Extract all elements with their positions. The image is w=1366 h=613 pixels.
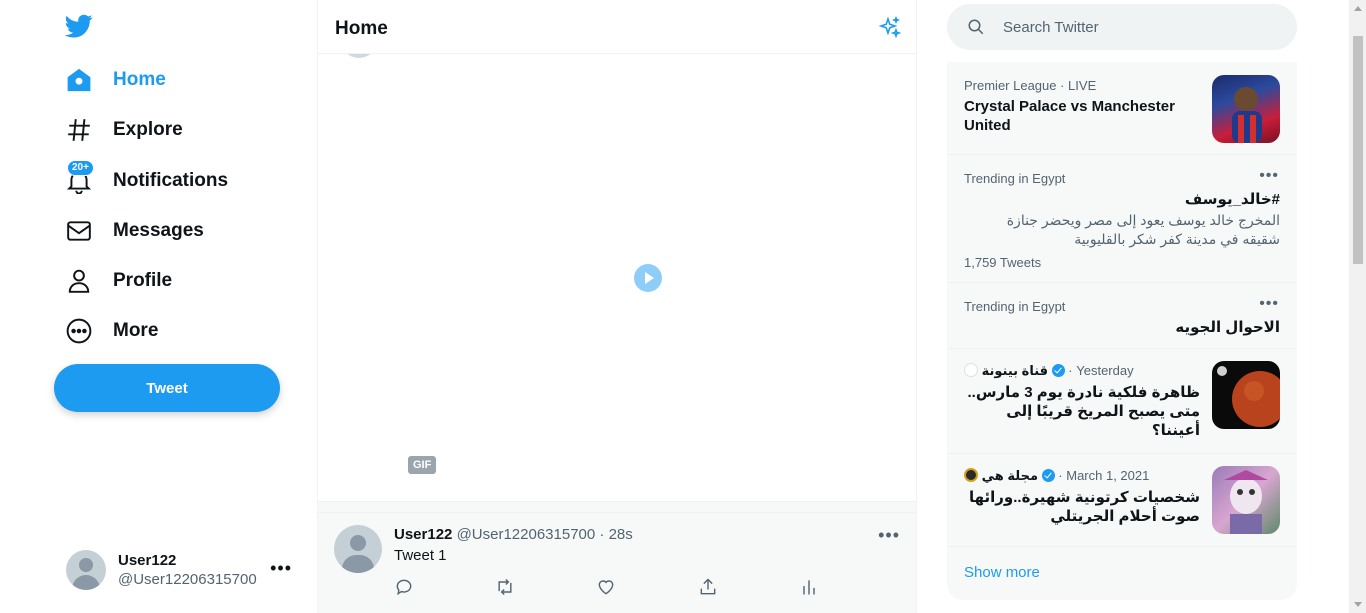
trend-title: Crystal Palace vs Manchester United <box>964 98 1175 134</box>
search-box[interactable] <box>947 4 1297 50</box>
tweet-timestamp[interactable]: 28s <box>609 526 633 543</box>
gif-media[interactable]: GIF <box>318 54 916 501</box>
nav-profile[interactable]: Profile <box>64 261 172 301</box>
bell-icon: 20+ <box>64 160 94 196</box>
scroll-up-arrow-icon[interactable] <box>1354 6 1362 11</box>
nav-messages-label: Messages <box>113 220 204 241</box>
trend-item[interactable]: Trending in Egypt ••• #خالد_يوسف المخرج … <box>947 155 1297 283</box>
trend-item[interactable]: Trending in Egypt ••• الاحوال الجويه <box>947 283 1297 349</box>
scrollbar-thumb[interactable] <box>1353 36 1363 264</box>
avatar <box>66 550 106 590</box>
nav-profile-label: Profile <box>113 270 173 291</box>
nav-notifications-label: Notifications <box>113 170 229 191</box>
account-handle: @User12206315700 <box>118 571 257 588</box>
publisher-name: قناة بينونة <box>981 363 1049 378</box>
analytics-icon[interactable] <box>799 577 819 597</box>
envelope-icon <box>64 216 94 246</box>
left-sidebar: Home Explore 20+ Notifications Messages <box>0 0 318 613</box>
timeline-column: Home GIF User122 @User12206315700 · 28s … <box>317 0 917 613</box>
account-name: User122 <box>118 552 177 569</box>
timeline-header: Home <box>318 0 916 54</box>
news-time: March 1, 2021 <box>1066 468 1150 483</box>
verified-badge-icon <box>1041 469 1055 482</box>
nav-messages[interactable]: Messages <box>64 211 204 251</box>
trend-title: ظاهرة فلكية نادرة يوم 3 مارس.. متى يصبح … <box>967 384 1201 439</box>
trend-context: Trending in Egypt <box>964 171 1066 186</box>
publisher-logo-icon <box>964 468 978 482</box>
publisher-name: مجلة هي <box>981 468 1039 483</box>
notifications-badge: 20+ <box>67 160 94 176</box>
tweet-author-name[interactable]: User122 <box>394 526 452 543</box>
hashtag-icon <box>64 115 94 145</box>
news-item[interactable]: قناة بينونة · Yesterday ظاهرة فلكية نادر… <box>947 349 1297 454</box>
retweet-icon[interactable] <box>495 577 515 597</box>
news-item[interactable]: مجلة هي · March 1, 2021 شخصيات كرتونية ش… <box>947 454 1297 547</box>
trend-title: #خالد_يوسف <box>1184 191 1280 208</box>
reply-icon[interactable] <box>394 577 414 597</box>
heart-icon[interactable] <box>596 577 616 597</box>
news-time: Yesterday <box>1076 363 1134 378</box>
show-more-link[interactable]: Show more <box>964 564 1040 581</box>
trend-description: المخرج خالد يوسف يعود إلى مصر ويحضر جناز… <box>1006 212 1280 247</box>
tweet-card[interactable]: User122 @User12206315700 · 28s Tweet 1 •… <box>318 513 916 613</box>
nav-notifications[interactable]: 20+ Notifications <box>64 160 229 201</box>
nav-explore[interactable]: Explore <box>64 110 183 150</box>
tweet-button[interactable]: Tweet <box>54 364 280 412</box>
page-title: Home <box>335 18 388 39</box>
share-icon[interactable] <box>698 577 718 597</box>
sparkle-icon[interactable] <box>878 16 902 40</box>
trend-item[interactable]: Premier League · LIVE Crystal Palace vs … <box>947 62 1297 155</box>
trend-tweet-count: 1,759 Tweets <box>964 255 1042 270</box>
search-input[interactable] <box>1003 18 1263 36</box>
trend-thumbnail <box>1212 75 1280 143</box>
verified-badge-icon <box>1051 364 1065 377</box>
publisher-logo-icon <box>964 363 978 377</box>
nav-home[interactable]: Home <box>64 60 166 100</box>
nav-more-label: More <box>113 320 159 341</box>
tweet-actions <box>394 577 834 597</box>
trend-title: شخصيات كرتونية شهيرة..ورائها صوت أحلام ا… <box>968 489 1200 525</box>
tweet-text: Tweet 1 <box>394 547 447 564</box>
trend-context: Trending in Egypt <box>964 299 1066 314</box>
news-thumbnail <box>1212 466 1280 534</box>
gif-badge: GIF <box>408 456 437 474</box>
play-icon[interactable] <box>634 264 662 292</box>
news-thumbnail <box>1212 361 1280 429</box>
twitter-logo-icon[interactable] <box>64 12 94 40</box>
trend-context: Premier League · LIVE <box>964 78 1097 93</box>
more-dots-icon[interactable]: ••• <box>878 525 900 546</box>
nav-more[interactable]: More <box>64 311 158 351</box>
account-switcher[interactable]: User122 @User12206315700 ••• <box>66 548 306 592</box>
avatar[interactable] <box>334 525 382 573</box>
nav-explore-label: Explore <box>113 119 183 140</box>
more-circle-icon <box>64 316 94 346</box>
trend-title: الاحوال الجويه <box>1175 319 1280 336</box>
more-dots-icon[interactable]: ••• <box>270 558 292 579</box>
more-dots-icon[interactable]: ••• <box>1259 295 1279 313</box>
page-scrollbar[interactable] <box>1349 0 1366 613</box>
twitter-app: Home Explore 20+ Notifications Messages <box>0 0 1366 613</box>
right-sidebar: Premier League · LIVE Crystal Palace vs … <box>947 0 1297 613</box>
more-dots-icon[interactable]: ••• <box>1259 167 1279 185</box>
search-icon <box>968 19 984 35</box>
person-icon <box>64 266 94 296</box>
nav-home-label: Home <box>113 69 166 90</box>
trends-panel: Premier League · LIVE Crystal Palace vs … <box>947 62 1297 600</box>
scroll-down-arrow-icon[interactable] <box>1354 602 1362 607</box>
home-icon <box>64 65 94 95</box>
divider <box>318 501 916 513</box>
tweet-author-handle: @User12206315700 <box>456 526 596 543</box>
